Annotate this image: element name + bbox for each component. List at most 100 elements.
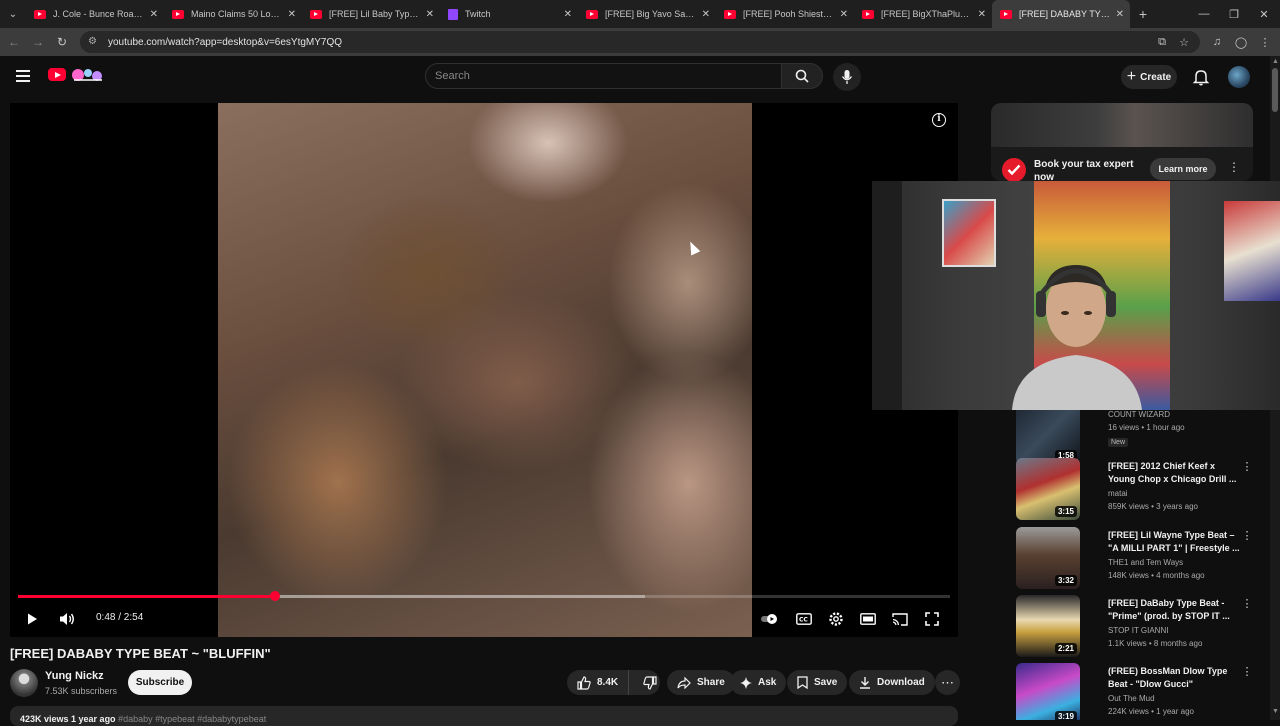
browser-tab[interactable]: [FREE] DABABY TYPE BEA ✕ — [992, 0, 1130, 28]
browser-tab[interactable]: [FREE] Lil Baby Type Beat ✕ — [302, 0, 440, 28]
search-button[interactable] — [781, 63, 823, 89]
address-bar[interactable]: ⚙ youtube.com/watch?app=desktop&v=6esYtg… — [80, 31, 1200, 53]
search-input[interactable]: Search — [425, 63, 782, 89]
hashtags[interactable]: #dababy #typebeat #dababytypebeat — [118, 714, 266, 724]
recommendation-title[interactable]: (FREE) BossMan Dlow Type Beat - "Dlow Gu… — [1108, 665, 1243, 691]
reload-icon[interactable]: ↻ — [50, 30, 74, 54]
cast-button[interactable] — [888, 607, 912, 631]
video-thumbnail[interactable]: 3:19 — [1016, 663, 1080, 720]
forward-icon[interactable]: → — [26, 30, 50, 54]
close-tab-icon[interactable]: ✕ — [150, 9, 158, 20]
ask-button[interactable]: Ask — [730, 670, 787, 695]
youtube-logo[interactable] — [48, 68, 66, 81]
browser-tab[interactable]: Maino Claims 50 Lost Eve ✕ — [164, 0, 302, 28]
site-info-icon[interactable]: ⚙ — [88, 36, 100, 48]
download-button[interactable]: Download — [849, 670, 935, 695]
captions-icon: CC — [796, 613, 812, 625]
logo-doodle-icon[interactable] — [70, 66, 106, 84]
video-thumbnail[interactable]: 1:58 — [1016, 410, 1080, 464]
ad-title[interactable]: Book your tax expert now — [1034, 158, 1146, 182]
restore-button[interactable]: ❐ — [1218, 0, 1250, 28]
recommendation-channel[interactable]: COUNT WIZARD — [1108, 410, 1170, 419]
browser-tab[interactable]: J. Cole - Bunce Road Blue ✕ — [26, 0, 164, 28]
recommendation-title[interactable]: [FREE] 2012 Chief Keef x Young Chop x Ch… — [1108, 460, 1243, 486]
microphone-icon — [841, 70, 853, 84]
close-tab-icon[interactable]: ✕ — [840, 9, 848, 20]
ad-more-icon[interactable]: ⋮ — [1228, 160, 1240, 178]
time-display: 0:48 / 2:54 — [96, 612, 144, 623]
close-tab-icon[interactable]: ✕ — [426, 9, 434, 20]
volume-button[interactable] — [55, 607, 79, 631]
recommendation-title[interactable]: [FREE] DaBaby Type Beat - "Prime" (prod.… — [1108, 597, 1243, 623]
browser-tab[interactable]: [FREE] Big Yavo Sample Ty ✕ — [578, 0, 716, 28]
description-box[interactable]: 423K views 1 year ago #dababy #typebeat … — [10, 706, 958, 726]
back-icon[interactable]: ← — [2, 30, 26, 54]
close-tab-icon[interactable]: ✕ — [288, 9, 296, 20]
create-button[interactable]: + Create — [1121, 65, 1177, 89]
info-icon[interactable]: i — [932, 113, 946, 127]
scroll-down-icon[interactable]: ▼ — [1272, 708, 1279, 715]
recommendation-title[interactable]: [FREE] Lil Wayne Type Beat – "A MILLI PA… — [1108, 529, 1243, 555]
more-options-icon[interactable]: ⋮ — [1241, 665, 1253, 678]
channel-name[interactable]: Yung Nickz — [45, 670, 104, 682]
close-window-button[interactable]: ✕ — [1248, 0, 1280, 28]
profile-icon[interactable]: ◯ — [1230, 28, 1252, 56]
play-button[interactable] — [20, 607, 44, 631]
recommendation-item[interactable]: 3:15 [FREE] 2012 Chief Keef x Young Chop … — [991, 458, 1267, 520]
recommendation-channel[interactable]: THE1 and Tem Ways — [1108, 558, 1183, 567]
learn-more-button[interactable]: Learn more — [1150, 158, 1216, 180]
like-button[interactable]: 8.4K — [567, 670, 630, 695]
media-controls-icon[interactable]: ♫ — [1206, 28, 1228, 56]
bookmark-icon — [797, 676, 808, 689]
video-player[interactable]: i 0:48 / 2:54 CC — [10, 103, 958, 637]
save-button[interactable]: Save — [787, 670, 848, 695]
browser-tab[interactable]: [FREE] BigXThaPlug Samp ✕ — [854, 0, 992, 28]
settings-button[interactable] — [824, 607, 848, 631]
youtube-icon — [586, 9, 598, 19]
menu-icon[interactable] — [16, 70, 30, 82]
captions-button[interactable]: CC — [792, 607, 816, 631]
notifications-bell-icon[interactable] — [1192, 68, 1210, 86]
browser-menu-icon[interactable]: ⋮ — [1254, 28, 1276, 56]
video-thumbnail[interactable]: 3:15 — [1016, 458, 1080, 520]
new-tab-button[interactable]: + — [1130, 6, 1156, 22]
fullscreen-button[interactable] — [920, 607, 944, 631]
video-frame[interactable] — [218, 103, 752, 637]
tab-search-button[interactable]: ⌄ — [0, 0, 26, 28]
subscribe-button[interactable]: Subscribe — [128, 670, 192, 695]
browser-tab[interactable]: Twitch ✕ — [440, 0, 578, 28]
minimize-button[interactable]: — — [1188, 0, 1220, 28]
recommendation-channel[interactable]: matai — [1108, 489, 1128, 498]
video-thumbnail[interactable]: 3:32 — [1016, 527, 1080, 589]
channel-avatar[interactable] — [10, 669, 38, 697]
more-options-icon[interactable]: ⋮ — [1241, 460, 1253, 473]
install-icon[interactable]: ⧉ — [1151, 28, 1173, 56]
scrollbar-thumb[interactable] — [1272, 68, 1278, 112]
recommendation-item[interactable]: 3:32 [FREE] Lil Wayne Type Beat – "A MILL… — [991, 527, 1267, 589]
theater-mode-button[interactable] — [856, 607, 880, 631]
recommendation-item[interactable]: 3:19 (FREE) BossMan Dlow Type Beat - "Dlo… — [991, 663, 1267, 720]
voice-search-button[interactable] — [833, 63, 861, 91]
close-tab-icon[interactable]: ✕ — [702, 9, 710, 20]
recommendation-channel[interactable]: Out The Mud — [1108, 694, 1155, 703]
browser-tab[interactable]: [FREE] Pooh Shiesty Type ✕ — [716, 0, 854, 28]
bookmark-star-icon[interactable]: ☆ — [1173, 28, 1195, 56]
theater-icon — [860, 613, 876, 625]
close-tab-icon[interactable]: ✕ — [978, 9, 986, 20]
recommendation-item[interactable]: 2:21 [FREE] DaBaby Type Beat - "Prime" (p… — [991, 595, 1267, 657]
more-options-icon[interactable]: ⋮ — [1241, 529, 1253, 542]
scroll-up-icon[interactable]: ▲ — [1272, 58, 1279, 65]
autoplay-toggle[interactable] — [757, 607, 781, 631]
more-options-icon[interactable]: ⋮ — [1241, 597, 1253, 610]
more-actions-button[interactable]: ⋯ — [935, 670, 960, 695]
progress-bar[interactable] — [18, 591, 950, 601]
ask-label: Ask — [758, 677, 777, 688]
video-thumbnail[interactable]: 2:21 — [1016, 595, 1080, 657]
cast-icon — [892, 612, 908, 626]
account-avatar[interactable] — [1228, 66, 1250, 88]
dislike-button[interactable] — [635, 675, 657, 690]
close-tab-icon[interactable]: ✕ — [1116, 9, 1124, 20]
recommendation-channel[interactable]: STOP IT GIANNI — [1108, 626, 1168, 635]
close-tab-icon[interactable]: ✕ — [564, 9, 572, 20]
share-button[interactable]: Share — [667, 670, 735, 695]
